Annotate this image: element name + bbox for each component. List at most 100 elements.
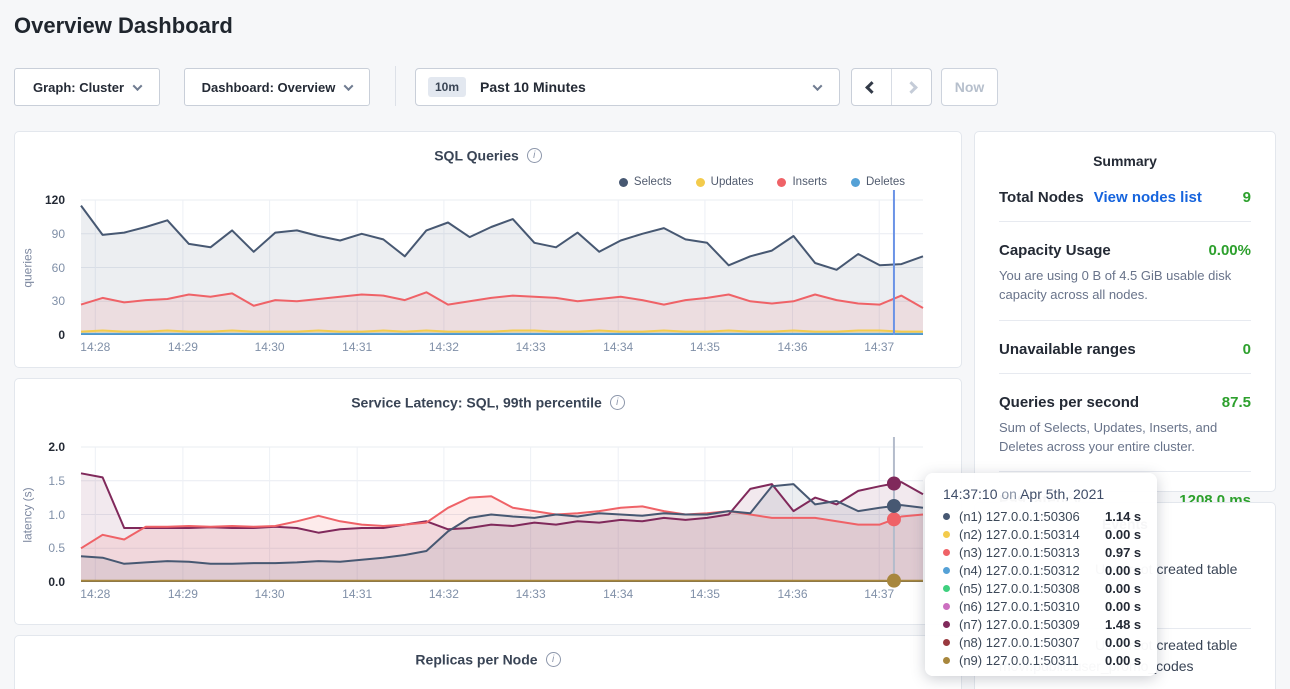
x-axis-tick: 14:29: [168, 587, 198, 601]
x-axis-tick: 14:36: [777, 587, 807, 601]
sql-queries-plot[interactable]: [81, 200, 923, 335]
sql-queries-legend: Selects Updates Inserts Deletes: [619, 176, 905, 188]
y-axis-tick: 30: [52, 294, 65, 308]
tooltip-node-address: (n1) 127.0.0.1:50306: [959, 509, 1105, 524]
legend-dot-icon: [851, 178, 860, 187]
time-next-button[interactable]: [892, 69, 932, 105]
legend-label: Selects: [634, 176, 672, 188]
tooltip-rows: (n1) 127.0.0.1:503061.14 s(n2) 127.0.0.1…: [943, 508, 1157, 669]
hover-data-point: [887, 512, 901, 526]
x-axis-tick: 14:31: [342, 340, 372, 354]
replicas-per-node-title: Replicas per Nodei: [15, 650, 961, 667]
tooltip-node-value: 1.14 s: [1105, 509, 1141, 524]
time-range-badge: 10m: [428, 77, 466, 97]
time-nav-group: [851, 68, 932, 106]
node-color-dot-icon: [943, 513, 950, 520]
overview-dashboard-page: Overview Dashboard Graph: Cluster Dashbo…: [0, 0, 1290, 689]
chevron-down-icon: [344, 81, 354, 91]
summary-row-queries-per-second: Queries per second 87.5 Sum of Selects, …: [999, 374, 1251, 473]
sql-queries-title: SQL Queriesi: [15, 146, 961, 163]
time-prev-button[interactable]: [852, 69, 892, 105]
graph-scope-dropdown[interactable]: Graph: Cluster: [14, 68, 160, 106]
tooltip-node-row: (n7) 127.0.0.1:503091.48 s: [943, 615, 1157, 633]
y-axis-tick: 1.0: [48, 508, 65, 522]
node-color-dot-icon: [943, 585, 950, 592]
latency-y-ticks: 0.00.51.01.52.0: [15, 447, 75, 582]
tooltip-node-value: 0.00 s: [1105, 635, 1141, 650]
x-axis-tick: 14:30: [255, 587, 285, 601]
info-icon[interactable]: i: [527, 148, 542, 163]
tooltip-node-value: 0.00 s: [1105, 599, 1141, 614]
node-color-dot-icon: [943, 531, 950, 538]
tooltip-node-value: 0.00 s: [1105, 581, 1141, 596]
sql-queries-panel: SQL Queriesi Selects Updates Inserts Delete…: [14, 131, 962, 368]
summary-row-unavailable-ranges: Unavailable ranges 0: [999, 321, 1251, 374]
legend-item-inserts[interactable]: Inserts: [777, 176, 827, 188]
tooltip-node-value: 0.00 s: [1105, 527, 1141, 542]
legend-dot-icon: [619, 178, 628, 187]
tooltip-node-value: 1.48 s: [1105, 617, 1141, 632]
legend-dot-icon: [777, 178, 786, 187]
capacity-usage-label: Capacity Usage: [999, 242, 1111, 259]
unavailable-ranges-label: Unavailable ranges: [999, 341, 1136, 358]
tooltip-node-address: (n6) 127.0.0.1:50310: [959, 599, 1105, 614]
legend-label: Updates: [711, 176, 754, 188]
legend-item-updates[interactable]: Updates: [696, 176, 754, 188]
tooltip-node-address: (n8) 127.0.0.1:50307: [959, 635, 1105, 650]
now-button[interactable]: Now: [941, 68, 998, 106]
x-axis-tick: 14:33: [516, 340, 546, 354]
total-nodes-value: 9: [1243, 189, 1251, 206]
summary-row-capacity-usage: Capacity Usage 0.00% You are using 0 B o…: [999, 222, 1251, 321]
legend-label: Inserts: [792, 176, 827, 188]
tooltip-node-row: (n9) 127.0.0.1:503110.00 s: [943, 651, 1157, 669]
info-icon[interactable]: i: [546, 652, 561, 667]
time-range-label: Past 10 Minutes: [480, 79, 586, 95]
tooltip-node-row: (n1) 127.0.0.1:503061.14 s: [943, 508, 1157, 526]
x-axis-tick: 14:32: [429, 587, 459, 601]
latency-x-ticks: 14:2814:2914:3014:3114:3214:3314:3414:35…: [81, 587, 923, 603]
total-nodes-label: Total Nodes: [999, 189, 1084, 206]
tooltip-node-row: (n4) 127.0.0.1:503120.00 s: [943, 562, 1157, 580]
service-latency-panel: Service Latency: SQL, 99th percentilei l…: [14, 378, 962, 625]
x-axis-tick: 14:35: [690, 340, 720, 354]
x-axis-tick: 14:33: [516, 587, 546, 601]
dashboard-dropdown[interactable]: Dashboard: Overview: [184, 68, 370, 106]
unavailable-ranges-value: 0: [1243, 341, 1251, 358]
summary-title: Summary: [975, 132, 1275, 169]
tooltip-node-row: (n2) 127.0.0.1:503140.00 s: [943, 526, 1157, 544]
y-axis-tick: 0.0: [48, 575, 65, 589]
queries-per-second-value: 87.5: [1222, 394, 1251, 411]
tooltip-node-address: (n2) 127.0.0.1:50314: [959, 527, 1105, 542]
y-axis-tick: 0.5: [48, 541, 65, 555]
chevron-left-icon: [865, 81, 878, 94]
legend-item-selects[interactable]: Selects: [619, 176, 672, 188]
tooltip-node-row: (n5) 127.0.0.1:503080.00 s: [943, 580, 1157, 598]
x-axis-tick: 14:36: [777, 340, 807, 354]
hover-data-point: [887, 476, 901, 490]
x-axis-tick: 14:37: [864, 587, 894, 601]
legend-item-deletes[interactable]: Deletes: [851, 176, 905, 188]
tooltip-node-value: 0.97 s: [1105, 545, 1141, 560]
y-axis-tick: 1.5: [48, 474, 65, 488]
dashboard-dropdown-label: Dashboard: Overview: [202, 80, 336, 95]
service-latency-plot[interactable]: [81, 447, 923, 582]
time-range-picker[interactable]: 10m Past 10 Minutes: [415, 68, 840, 106]
tooltip-node-address: (n5) 127.0.0.1:50308: [959, 581, 1105, 596]
chevron-down-icon: [133, 81, 143, 91]
view-nodes-list-link[interactable]: View nodes list: [1094, 189, 1202, 206]
x-axis-tick: 14:34: [603, 587, 633, 601]
service-latency-title: Service Latency: SQL, 99th percentilei: [15, 393, 961, 410]
x-axis-tick: 14:29: [168, 340, 198, 354]
tooltip-node-row: (n3) 127.0.0.1:503130.97 s: [943, 544, 1157, 562]
hover-data-point: [887, 499, 901, 513]
tooltip-node-address: (n4) 127.0.0.1:50312: [959, 563, 1105, 578]
x-axis-tick: 14:30: [255, 340, 285, 354]
node-color-dot-icon: [943, 621, 950, 628]
chevron-down-icon: [813, 81, 823, 91]
info-icon[interactable]: i: [610, 395, 625, 410]
graph-scope-dropdown-label: Graph: Cluster: [33, 80, 124, 95]
tooltip-node-row: (n6) 127.0.0.1:503100.00 s: [943, 597, 1157, 615]
queries-per-second-description: Sum of Selects, Updates, Inserts, and De…: [999, 419, 1251, 457]
capacity-usage-description: You are using 0 B of 4.5 GiB usable disk…: [999, 267, 1251, 305]
legend-dot-icon: [696, 178, 705, 187]
